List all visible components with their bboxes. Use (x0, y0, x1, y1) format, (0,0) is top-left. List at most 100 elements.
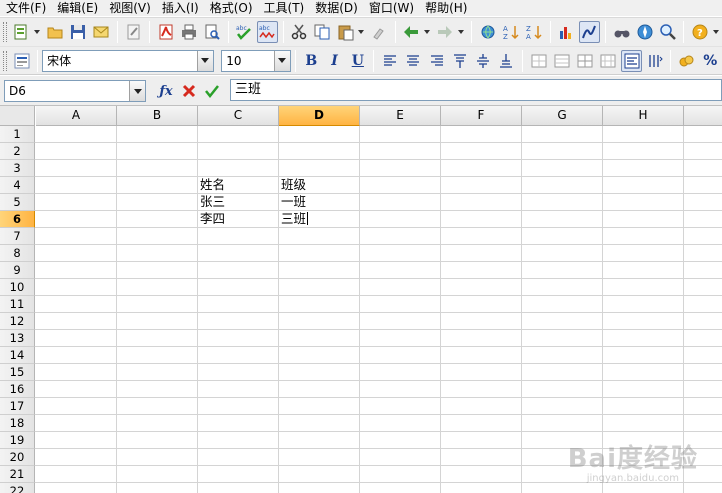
row-header-14[interactable]: 14 (0, 347, 35, 364)
row-header-15[interactable]: 15 (0, 364, 35, 381)
align-bottom-icon[interactable] (496, 50, 517, 72)
sort-descending-icon[interactable]: ZA (524, 21, 545, 43)
row-header-9[interactable]: 9 (0, 262, 35, 279)
name-box-dropdown-icon[interactable] (129, 81, 145, 101)
merge-cells-icon[interactable] (528, 50, 549, 72)
row-header-13[interactable]: 13 (0, 330, 35, 347)
row-header-2[interactable]: 2 (0, 143, 35, 160)
cell-borders-icon[interactable] (574, 50, 595, 72)
hyperlink-icon[interactable] (477, 21, 498, 43)
cell-d5[interactable]: 一班 (279, 194, 359, 211)
accept-icon[interactable] (201, 80, 223, 102)
menu-window[interactable]: 窗口(W) (369, 0, 414, 16)
redo-dropdown-icon[interactable] (457, 21, 466, 43)
cell-d6-active[interactable]: 三班 (279, 211, 359, 228)
cell-c4[interactable]: 姓名 (198, 177, 278, 194)
row-header-21[interactable]: 21 (0, 466, 35, 483)
row-header-12[interactable]: 12 (0, 313, 35, 330)
redo-icon[interactable] (435, 21, 456, 43)
row-header-3[interactable]: 3 (0, 160, 35, 177)
column-header-d[interactable]: D (279, 106, 360, 126)
menu-data[interactable]: 数据(D) (315, 0, 358, 16)
undo-dropdown-icon[interactable] (423, 21, 432, 43)
row-header-4[interactable]: 4 (0, 177, 35, 194)
edit-file-icon[interactable] (123, 21, 144, 43)
help-icon[interactable]: ? (689, 21, 710, 43)
font-size-combo[interactable]: 10 (221, 49, 291, 72)
undo-icon[interactable] (401, 21, 422, 43)
menu-help[interactable]: 帮助(H) (425, 0, 467, 16)
column-header-c[interactable]: C (198, 106, 279, 126)
row-header-20[interactable]: 20 (0, 449, 35, 466)
font-size-dropdown-icon[interactable] (273, 50, 290, 71)
cell-c6[interactable]: 李四 (198, 211, 278, 228)
align-top-icon[interactable] (449, 50, 470, 72)
column-header-g[interactable]: G (522, 106, 603, 126)
align-left-icon[interactable] (379, 50, 400, 72)
align-right-icon[interactable] (426, 50, 447, 72)
cancel-icon[interactable] (178, 80, 200, 102)
save-icon[interactable] (68, 21, 89, 43)
toolbar-grip[interactable] (3, 50, 7, 71)
paste-dropdown-icon[interactable] (357, 21, 366, 43)
styles-formatting-icon[interactable] (11, 50, 32, 72)
cell-c5[interactable]: 张三 (198, 194, 278, 211)
export-pdf-icon[interactable] (155, 21, 176, 43)
align-vertical-center-icon[interactable] (472, 50, 493, 72)
copy-icon[interactable] (312, 21, 333, 43)
toolbar-grip[interactable] (3, 22, 7, 42)
currency-format-icon[interactable] (676, 50, 697, 72)
row-header-16[interactable]: 16 (0, 381, 35, 398)
function-wizard-icon[interactable]: ƒx (155, 80, 177, 102)
row-header-5[interactable]: 5 (0, 194, 35, 211)
autospellcheck-icon[interactable]: abc (256, 21, 278, 43)
navigator-icon[interactable] (634, 21, 655, 43)
menu-tools[interactable]: 工具(T) (264, 0, 305, 16)
column-header-e[interactable]: E (360, 106, 441, 126)
table-layout-icon[interactable] (598, 50, 619, 72)
print-preview-icon[interactable] (201, 21, 222, 43)
menu-format[interactable]: 格式(O) (210, 0, 253, 16)
column-header-b[interactable]: B (117, 106, 198, 126)
find-replace-icon[interactable] (611, 21, 632, 43)
row-header-11[interactable]: 11 (0, 296, 35, 313)
menu-insert[interactable]: 插入(I) (162, 0, 199, 16)
select-all-corner[interactable] (0, 106, 35, 126)
font-name-dropdown-icon[interactable] (196, 50, 213, 71)
column-header-partial[interactable] (684, 106, 722, 126)
spellcheck-icon[interactable]: abc (234, 21, 255, 43)
row-header-18[interactable]: 18 (0, 415, 35, 432)
menu-file[interactable]: 文件(F) (6, 0, 46, 16)
new-dropdown-icon[interactable] (33, 21, 42, 43)
paste-icon[interactable] (335, 21, 356, 43)
split-cells-icon[interactable] (551, 50, 572, 72)
row-header-19[interactable]: 19 (0, 432, 35, 449)
cell-d4[interactable]: 班级 (279, 177, 359, 194)
formula-input[interactable]: 三班 (230, 79, 722, 101)
row-header-1[interactable]: 1 (0, 126, 35, 143)
show-draw-functions-icon[interactable] (578, 21, 600, 43)
email-icon[interactable] (91, 21, 112, 43)
name-box[interactable]: D6 (4, 80, 146, 102)
wrap-text-icon[interactable] (620, 49, 643, 72)
percent-format-icon[interactable]: % (700, 50, 721, 72)
row-header-22[interactable]: 22 (0, 483, 35, 493)
insert-chart-icon[interactable] (556, 21, 577, 43)
italic-icon[interactable]: I (324, 50, 345, 72)
new-document-icon[interactable] (11, 21, 32, 43)
column-header-h[interactable]: H (603, 106, 684, 126)
underline-icon[interactable]: U (347, 50, 368, 72)
menu-edit[interactable]: 编辑(E) (57, 0, 98, 16)
row-header-17[interactable]: 17 (0, 398, 35, 415)
font-name-combo[interactable]: 宋体 (42, 49, 214, 72)
align-center-icon[interactable] (403, 50, 424, 72)
row-header-8[interactable]: 8 (0, 245, 35, 262)
print-icon[interactable] (178, 21, 199, 43)
bold-icon[interactable]: B (301, 50, 322, 72)
column-header-f[interactable]: F (441, 106, 522, 126)
format-paintbrush-icon[interactable] (369, 21, 390, 43)
zoom-icon[interactable] (657, 21, 678, 43)
menu-view[interactable]: 视图(V) (109, 0, 151, 16)
row-header-6[interactable]: 6 (0, 211, 35, 228)
column-header-a[interactable]: A (36, 106, 117, 126)
